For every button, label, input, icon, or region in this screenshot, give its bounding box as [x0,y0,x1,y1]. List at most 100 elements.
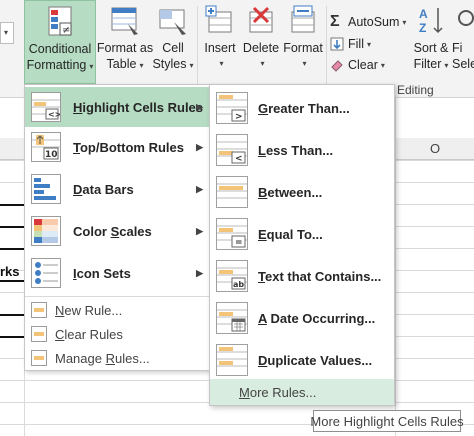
insert-caret: ▾ [219,59,224,68]
menu-icon-sets[interactable]: Icon Sets ▶ [25,253,211,293]
clear-rules-icon [31,326,47,342]
cell-border [0,336,24,338]
find-select-label-1: Fi [452,41,463,55]
tooltip: More Highlight Cells Rules [310,410,464,432]
top-bottom-rules-icon: 10 [31,132,61,162]
cell-styles-icon [156,4,190,38]
menu-clear-rules-label: Clear Rules [55,326,123,342]
submenu-arrow-icon: ▶ [196,225,203,236]
menu-text-that-contains[interactable]: ab Text that Contains... [210,255,394,297]
color-scales-icon [31,216,61,246]
format-as-table-button[interactable]: Format as Table ▾ [96,0,154,84]
ribbon-separator [326,6,327,92]
menu-between-label: Between... [258,184,323,200]
fill-label: Fill [348,37,364,51]
menu-divider [25,296,211,297]
less-than-icon: < [216,134,248,166]
format-button[interactable]: Format ▾ [282,0,324,84]
find-select-button[interactable]: Fi Sele [452,0,474,84]
menu-equal-to[interactable]: = Equal To... [210,213,394,255]
column-line [395,98,396,436]
menu-text-that-contains-label: Text that Contains... [258,268,382,284]
cell-styles-label-2: Styles ▾ [152,57,194,71]
menu-duplicate-values[interactable]: Duplicate Values... [210,339,394,381]
menu-greater-than[interactable]: > Greater Than... [210,87,394,129]
conditional-formatting-menu: <> Highlight Cells Rules ▶ 10 Top/Bottom… [24,84,212,371]
autosum-caret: ▾ [402,17,407,27]
excel-window: ▾ ≠ Conditional Formatting ▾ Format as T… [0,0,474,436]
menu-color-scales[interactable]: Color Scales ▶ [25,211,211,251]
menu-top-bottom-rules-label: Top/Bottom Rules [73,139,184,155]
insert-button[interactable]: Insert ▾ [200,0,240,84]
cell-border [0,314,24,316]
fill-caret: ▾ [366,39,371,49]
svg-text:<>: <> [48,110,60,119]
eraser-icon [330,58,344,72]
menu-a-date-occurring[interactable]: A Date Occurring... [210,297,394,339]
svg-text:>: > [235,112,243,122]
column-header-o[interactable]: O [395,138,474,160]
menu-more-rules-label: More Rules... [239,384,317,400]
data-bars-icon [31,174,61,204]
sort-filter-label-1: Sort & [413,41,449,55]
clear-label: Clear [348,58,378,72]
cell-styles-button[interactable]: Cell Styles ▾ [152,0,194,84]
menu-between[interactable]: Between... [210,171,394,213]
format-label: Format [283,41,323,55]
menu-new-rule[interactable]: New Rule... [25,298,211,322]
menu-highlight-cells-rules[interactable]: <> Highlight Cells Rules ▶ [25,87,211,127]
submenu-arrow-icon: ▶ [196,101,203,112]
submenu-arrow-icon: ▶ [196,267,203,278]
insert-cells-icon [203,4,237,38]
menu-icon-sets-label: Icon Sets [73,265,131,281]
insert-label: Insert [204,41,236,55]
fill-button[interactable]: Fill ▾ [330,37,371,51]
autosum-icon: Σ [330,13,340,30]
menu-a-date-occurring-label: A Date Occurring... [258,310,376,326]
sort-filter-button[interactable]: A Z Sort & Filter ▾ [410,0,452,84]
menu-less-than[interactable]: < Less Than... [210,129,394,171]
menu-greater-than-label: Greater Than... [258,100,350,116]
menu-color-scales-label: Color Scales [73,223,152,239]
highlight-cells-rules-submenu: > Greater Than... < Less Than... Between… [209,84,395,406]
delete-label: Delete [242,41,280,55]
manage-rules-icon [31,350,47,366]
menu-less-than-label: Less Than... [258,142,334,158]
delete-caret: ▾ [260,59,265,68]
menu-clear-rules[interactable]: Clear Rules [25,322,211,346]
format-as-table-icon [108,4,142,38]
date-occurring-icon [216,302,248,334]
clear-caret: ▾ [380,60,385,70]
cell-border [0,248,24,250]
cell-text[interactable]: rks [0,264,20,279]
delete-button[interactable]: Delete ▾ [240,0,282,84]
conditional-formatting-button[interactable]: ≠ Conditional Formatting ▾ [24,0,96,84]
format-caret: ▾ [302,59,307,68]
fill-down-icon [330,37,344,51]
svg-text:=: = [235,238,243,248]
menu-data-bars[interactable]: Data Bars ▶ [25,169,211,209]
text-contains-icon: ab [216,260,248,292]
submenu-arrow-icon: ▶ [196,183,203,194]
svg-text:10: 10 [45,150,58,160]
between-icon [216,176,248,208]
ribbon-separator [197,6,198,92]
svg-text:A: A [419,7,428,21]
autosum-button[interactable]: Σ AutoSum ▾ [330,13,407,30]
find-icon [452,4,474,38]
sort-filter-label-2: Filter ▾ [413,57,449,71]
format-as-table-label-1: Format as [96,41,154,55]
cell-styles-label-1: Cell [162,41,184,55]
menu-more-rules[interactable]: More Rules... [210,379,394,405]
cell-border [0,226,24,228]
menu-top-bottom-rules[interactable]: 10 Top/Bottom Rules ▶ [25,127,211,167]
cell-border [0,204,24,206]
column-header-left[interactable] [0,138,24,160]
clear-button[interactable]: Clear ▾ [330,58,385,72]
new-rule-icon [31,302,47,318]
autosum-label: AutoSum [348,15,400,29]
find-select-label-2: Sele [452,57,474,71]
menu-data-bars-label: Data Bars [73,181,134,197]
conditional-formatting-label-1: Conditional [28,42,92,56]
menu-manage-rules[interactable]: Manage Rules... [25,346,211,370]
